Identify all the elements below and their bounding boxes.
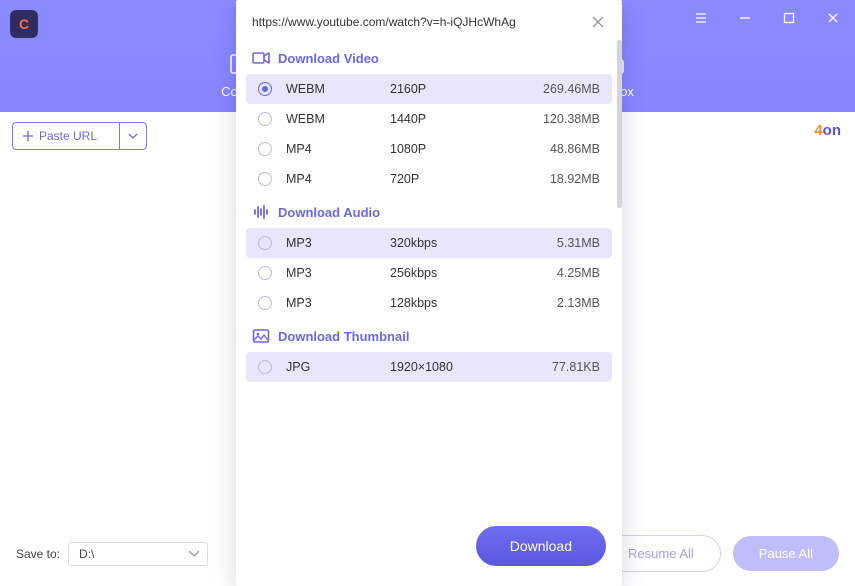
corner-brand: 4on <box>814 122 841 139</box>
audio-option[interactable]: MP3128kbps2.13MB <box>246 288 612 318</box>
plus-icon <box>23 131 33 141</box>
scrollbar[interactable] <box>617 40 622 208</box>
app-logo: C <box>10 10 38 38</box>
option-format: WEBM <box>286 112 390 126</box>
option-format: WEBM <box>286 82 390 96</box>
video-icon <box>252 50 270 66</box>
paste-url-button[interactable]: Paste URL <box>12 122 119 150</box>
option-size: 120.38MB <box>500 112 600 126</box>
pause-all-button[interactable]: Pause All <box>733 536 839 571</box>
option-size: 269.46MB <box>500 82 600 96</box>
option-size: 77.81KB <box>500 360 600 374</box>
option-quality: 720P <box>390 172 500 186</box>
close-icon[interactable] <box>811 0 855 36</box>
radio-icon[interactable] <box>258 360 272 374</box>
window-controls <box>679 0 855 36</box>
download-options-modal: https://www.youtube.com/watch?v=h-iQJHcW… <box>236 0 622 586</box>
option-quality: 2160P <box>390 82 500 96</box>
radio-icon[interactable] <box>258 142 272 156</box>
section-video-head: Download Video <box>246 40 612 74</box>
thumbnail-option[interactable]: JPG1920×108077.81KB <box>246 352 612 382</box>
saveto-label: Save to: <box>16 547 60 561</box>
option-format: MP4 <box>286 172 390 186</box>
minimize-icon[interactable] <box>723 0 767 36</box>
section-title: Download Audio <box>278 205 380 220</box>
audio-icon <box>252 204 270 220</box>
option-size: 4.25MB <box>500 266 600 280</box>
option-quality: 1080P <box>390 142 500 156</box>
option-quality: 1920×1080 <box>390 360 500 374</box>
video-option[interactable]: WEBM2160P269.46MB <box>246 74 612 104</box>
section-title: Download Thumbnail <box>278 329 409 344</box>
radio-icon[interactable] <box>258 172 272 186</box>
option-format: MP4 <box>286 142 390 156</box>
option-quality: 256kbps <box>390 266 500 280</box>
option-quality: 1440P <box>390 112 500 126</box>
maximize-icon[interactable] <box>767 0 811 36</box>
option-format: MP3 <box>286 296 390 310</box>
chevron-down-icon <box>128 133 138 139</box>
video-option[interactable]: MP41080P48.86MB <box>246 134 612 164</box>
option-format: MP3 <box>286 236 390 250</box>
video-option[interactable]: MP4720P18.92MB <box>246 164 612 194</box>
radio-icon[interactable] <box>258 82 272 96</box>
video-option[interactable]: WEBM1440P120.38MB <box>246 104 612 134</box>
section-title: Download Video <box>278 51 379 66</box>
option-size: 5.31MB <box>500 236 600 250</box>
modal-close-icon[interactable] <box>590 14 606 30</box>
option-size: 48.86MB <box>500 142 600 156</box>
radio-icon[interactable] <box>258 236 272 250</box>
section-thumb-head: Download Thumbnail <box>246 318 612 352</box>
paste-url-label: Paste URL <box>39 129 97 143</box>
option-format: MP3 <box>286 266 390 280</box>
paste-url-caret[interactable] <box>119 122 147 150</box>
audio-option[interactable]: MP3256kbps4.25MB <box>246 258 612 288</box>
radio-icon[interactable] <box>258 266 272 280</box>
option-quality: 128kbps <box>390 296 500 310</box>
modal-url: https://www.youtube.com/watch?v=h-iQJHcW… <box>252 15 582 29</box>
image-icon <box>252 328 270 344</box>
section-audio-head: Download Audio <box>246 194 612 228</box>
saveto-select[interactable]: D:\ <box>68 542 208 566</box>
download-button[interactable]: Download <box>476 526 606 566</box>
option-size: 2.13MB <box>500 296 600 310</box>
radio-icon[interactable] <box>258 296 272 310</box>
option-size: 18.92MB <box>500 172 600 186</box>
radio-icon[interactable] <box>258 112 272 126</box>
option-quality: 320kbps <box>390 236 500 250</box>
option-format: JPG <box>286 360 390 374</box>
audio-option[interactable]: MP3320kbps5.31MB <box>246 228 612 258</box>
menu-icon[interactable] <box>679 0 723 36</box>
